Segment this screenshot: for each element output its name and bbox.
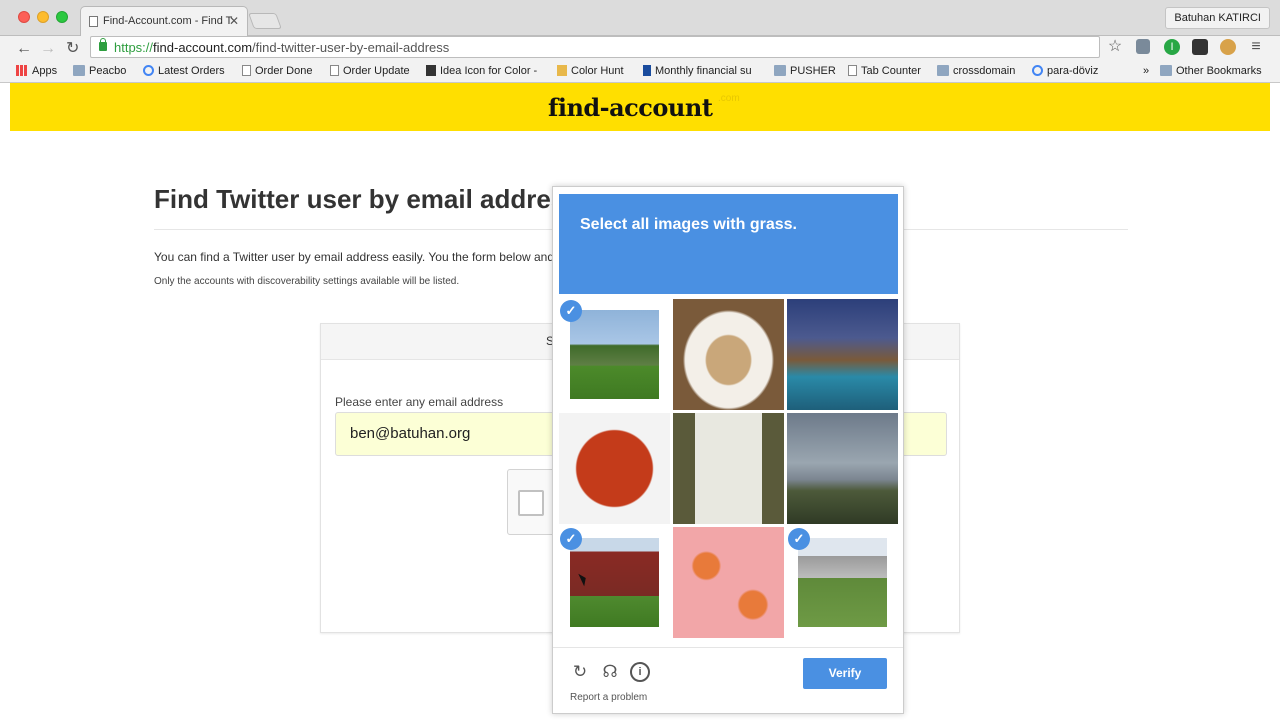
site-icon	[557, 65, 567, 76]
browser-tab-active[interactable]: Find-Account.com - Find T ✕	[80, 6, 248, 36]
url-host: find-account.com	[153, 40, 253, 55]
site-icon	[426, 65, 436, 76]
checkmark-icon: ✓	[560, 528, 582, 550]
folder-icon	[1160, 65, 1172, 76]
page-icon	[89, 16, 98, 27]
bookmark-monthly-financial[interactable]: Monthly financial su	[643, 65, 752, 77]
bookmark-color-hunt[interactable]: Color Hunt	[557, 65, 624, 77]
captcha-image-grid: ✓ ✓ ✓	[559, 299, 899, 639]
captcha-tile[interactable]	[787, 413, 898, 524]
shield-extension-icon[interactable]	[1136, 39, 1150, 54]
bookmark-order-update[interactable]: Order Update	[330, 65, 410, 77]
profile-button[interactable]: Batuhan KATIRCI	[1165, 7, 1270, 29]
bookmark-latest-orders[interactable]: Latest Orders	[143, 65, 225, 77]
page-icon	[242, 65, 251, 76]
captcha-tile[interactable]	[787, 299, 898, 410]
url-scheme: https://	[114, 40, 154, 55]
lock-icon	[99, 38, 107, 51]
google-icon	[1032, 65, 1043, 76]
intro-text: You can find a Twitter user by email add…	[154, 250, 577, 264]
folder-icon	[937, 65, 949, 76]
paypal-icon	[643, 65, 651, 76]
bookmark-idea-icon[interactable]: Idea Icon for Color -	[426, 65, 537, 77]
captcha-tile[interactable]	[559, 413, 670, 524]
captcha-tile[interactable]: ✓	[559, 527, 670, 638]
extension-badge-icon[interactable]	[1192, 39, 1208, 55]
site-logo-suffix: .com	[718, 93, 740, 104]
grass-hill-image	[570, 310, 659, 399]
bookmark-apps[interactable]: Apps	[16, 65, 57, 77]
bookmark-para-doviz[interactable]: para-döviz	[1032, 65, 1098, 77]
pink-food-image	[673, 527, 784, 638]
zoom-window-button[interactable]	[56, 11, 68, 23]
star-icon[interactable]: ☆	[1107, 39, 1123, 55]
bookmarks-bar: Apps Peacbo Latest Orders Order Done Ord…	[0, 62, 1280, 83]
cookie-icon[interactable]	[1220, 39, 1236, 55]
captcha-keyword: grass.	[749, 216, 797, 233]
url-path: /find-twitter-user-by-email-address	[252, 40, 450, 55]
close-window-button[interactable]	[18, 11, 30, 23]
lawn-image	[798, 538, 887, 627]
captcha-tile[interactable]	[673, 299, 784, 410]
info-icon[interactable]: i	[630, 662, 650, 682]
captcha-tile[interactable]: ✓	[559, 299, 670, 410]
close-tab-icon[interactable]: ✕	[229, 14, 239, 28]
banquet-image	[673, 413, 784, 524]
site-logo[interactable]: find-account	[548, 93, 713, 122]
google-icon	[143, 65, 154, 76]
captcha-prompt: Select all images with	[580, 216, 750, 233]
browser-toolbar: ← → ↻ https://find-account.com/find-twit…	[0, 36, 1280, 62]
email-label: Please enter any email address	[335, 395, 504, 409]
bookmark-other[interactable]: Other Bookmarks	[1160, 65, 1262, 77]
apps-grid-icon	[16, 65, 28, 76]
river-image	[787, 413, 898, 524]
bookmark-peacbo[interactable]: Peacbo	[73, 65, 126, 77]
browser-titlebar: Find-Account.com - Find T ✕ Batuhan KATI…	[0, 0, 1280, 36]
bookmark-order-done[interactable]: Order Done	[242, 65, 312, 77]
back-arrow-icon[interactable]: ←	[16, 40, 32, 58]
recaptcha-checkbox[interactable]	[518, 490, 544, 516]
captcha-challenge: Select all images with grass. ✓ ✓ ✓ ↻ ☊ …	[552, 186, 904, 714]
page-title: Find Twitter user by email address	[154, 184, 580, 214]
site-header: find-account .com	[10, 83, 1270, 131]
bookmarks-overflow-button[interactable]: »	[1143, 65, 1149, 77]
checkmark-icon: ✓	[788, 528, 810, 550]
folder-icon	[73, 65, 85, 76]
pool-image	[787, 299, 898, 410]
discoverability-note: Only the accounts with discoverability s…	[154, 276, 460, 287]
tab-title: Find-Account.com - Find T	[103, 15, 233, 27]
page-icon	[848, 65, 857, 76]
cookies-image	[673, 299, 784, 410]
minimize-window-button[interactable]	[37, 11, 49, 23]
report-problem-link[interactable]: Report a problem	[570, 692, 647, 703]
reload-icon[interactable]: ↻	[570, 662, 590, 682]
sausage-image	[559, 413, 670, 524]
bookmark-crossdomain[interactable]: crossdomain	[937, 65, 1015, 77]
forward-arrow-icon[interactable]: →	[40, 40, 56, 58]
bookmark-pusher[interactable]: PUSHER	[774, 65, 836, 77]
folder-icon	[774, 65, 786, 76]
verify-button[interactable]: Verify	[803, 658, 887, 689]
captcha-footer: ↻ ☊ i Verify Report a problem	[553, 647, 903, 715]
headphones-icon[interactable]: ☊	[600, 662, 620, 682]
captcha-tile[interactable]	[673, 413, 784, 524]
address-bar[interactable]: https://find-account.com/find-twitter-us…	[90, 36, 1100, 58]
captcha-prompt-header: Select all images with grass.	[559, 194, 898, 294]
reload-page-icon[interactable]: ↻	[66, 40, 79, 58]
menu-icon[interactable]: ≡	[1248, 39, 1264, 55]
page-icon	[330, 65, 339, 76]
captcha-tile[interactable]: ✓	[787, 527, 898, 638]
extension-i-icon[interactable]: I	[1164, 39, 1180, 55]
bookmark-tab-counter[interactable]: Tab Counter	[848, 65, 921, 77]
captcha-tile[interactable]	[673, 527, 784, 638]
checkmark-icon: ✓	[560, 300, 582, 322]
new-tab-button[interactable]	[248, 13, 282, 29]
